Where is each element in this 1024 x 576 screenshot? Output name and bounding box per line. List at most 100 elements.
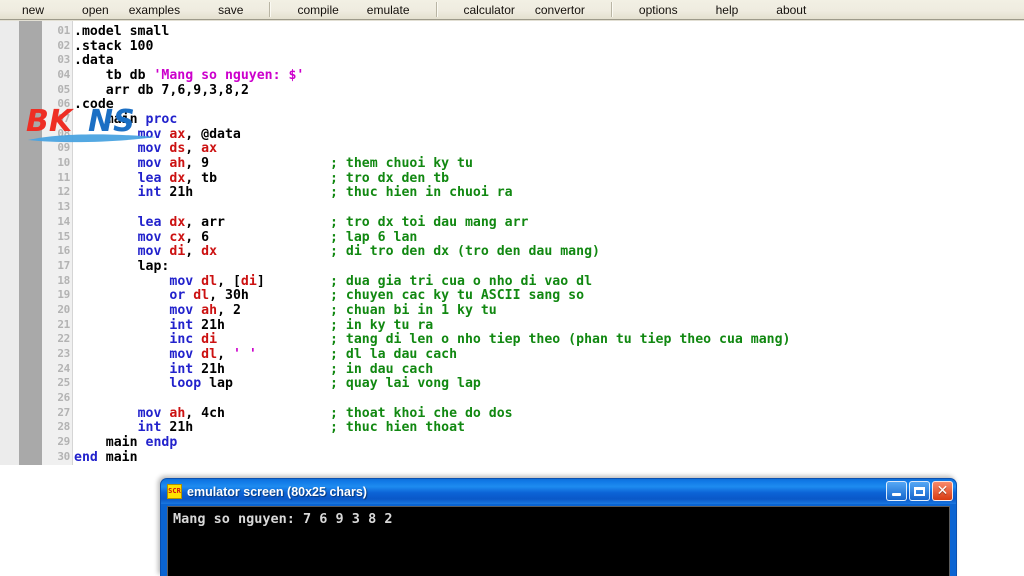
toolbar-separator-1 — [269, 2, 272, 17]
code-comment[interactable]: ; chuan bi in 1 ky tu — [330, 303, 497, 318]
console-line: Mang so nguyen: 7 6 9 3 8 2 — [173, 511, 393, 527]
screen-icon: SCR — [167, 484, 182, 499]
line-number: 20 — [57, 302, 70, 316]
code-comment[interactable]: ; quay lai vong lap — [330, 376, 481, 391]
code-line[interactable]: mov di, dx — [138, 244, 217, 259]
code-line[interactable]: mov cx, 6 — [138, 230, 210, 245]
code-line[interactable]: lap: — [138, 259, 170, 274]
toolbar-separator-3 — [610, 2, 613, 17]
code-line[interactable]: lea dx, tb — [138, 171, 217, 186]
toolbar-button-options[interactable]: options — [633, 1, 684, 19]
code-line[interactable]: .stack 100 — [74, 39, 153, 54]
line-number: 30 — [57, 449, 70, 463]
line-number: 11 — [57, 170, 70, 184]
line-number: 22 — [57, 332, 70, 346]
code-line[interactable]: loop lap — [169, 376, 233, 391]
emulator-console-output: Mang so nguyen: 7 6 9 3 8 2 — [167, 506, 950, 576]
code-line[interactable]: or dl, 30h — [169, 288, 248, 303]
line-number: 07 — [57, 112, 70, 126]
line-number: 29 — [57, 435, 70, 449]
code-line[interactable]: mov ah, 9 — [138, 156, 210, 171]
code-line[interactable]: mov ax, @data — [138, 127, 241, 142]
code-line[interactable]: mov dl, ' ' — [169, 347, 256, 362]
line-number: 14 — [57, 214, 70, 228]
line-number: 19 — [57, 288, 70, 302]
code-comment[interactable]: ; lap 6 lan — [330, 230, 417, 245]
line-number: 16 — [57, 244, 70, 258]
close-icon: ✕ — [936, 483, 949, 499]
toolbar-button-new[interactable]: new — [16, 1, 50, 19]
line-number: 17 — [57, 258, 70, 272]
code-line[interactable]: int 21h — [138, 420, 194, 435]
code-line[interactable]: arr db 7,6,9,3,8,2 — [106, 83, 249, 98]
line-number: 28 — [57, 420, 70, 434]
code-line[interactable]: mov dl, [di] — [169, 274, 264, 289]
code-line[interactable]: end main — [74, 450, 138, 465]
code-comment[interactable]: ; thuc hien thoat — [330, 420, 465, 435]
line-number: 23 — [57, 346, 70, 360]
line-number: 18 — [57, 273, 70, 287]
line-number: 13 — [57, 200, 70, 214]
code-line[interactable]: .code — [74, 97, 114, 112]
toolbar-button-compile[interactable]: compile — [291, 1, 344, 19]
code-line[interactable]: main endp — [106, 435, 177, 450]
code-line[interactable]: int 21h — [138, 185, 194, 200]
main-toolbar: new open examples save compile emulate c… — [0, 0, 1024, 20]
code-comment[interactable]: ; them chuoi ky tu — [330, 156, 473, 171]
code-line[interactable]: .data — [74, 53, 114, 68]
code-comment[interactable]: ; dua gia tri cua o nho di vao dl — [330, 274, 592, 289]
line-number: 12 — [57, 185, 70, 199]
toolbar-separator-2 — [435, 2, 438, 17]
emulator-titlebar[interactable]: SCR emulator screen (80x25 chars) ✕ — [161, 479, 956, 504]
toolbar-button-help[interactable]: help — [710, 1, 745, 19]
code-line[interactable]: int 21h — [169, 318, 225, 333]
code-comment[interactable]: ; di tro den dx (tro den dau mang) — [330, 244, 600, 259]
code-line[interactable]: tb db 'Mang so nguyen: $' — [106, 68, 305, 83]
code-line[interactable]: .model small — [74, 24, 169, 39]
line-number: 03 — [57, 53, 70, 67]
code-line[interactable]: mov ds, ax — [138, 141, 217, 156]
toolbar-button-emulate[interactable]: emulate — [361, 1, 416, 19]
code-line[interactable]: int 21h — [169, 362, 225, 377]
code-comment[interactable]: ; in ky tu ra — [330, 318, 433, 333]
code-comment[interactable]: ; in dau cach — [330, 362, 433, 377]
code-line[interactable]: lea dx, arr — [138, 215, 225, 230]
minimize-button[interactable] — [886, 481, 907, 501]
code-line[interactable]: mov ah, 4ch — [138, 406, 225, 421]
toolbar-button-about[interactable]: about — [770, 1, 812, 19]
emulator-screen-window[interactable]: SCR emulator screen (80x25 chars) ✕ Mang… — [160, 478, 957, 576]
toolbar-button-save[interactable]: save — [212, 1, 249, 19]
line-number: 01 — [57, 24, 70, 37]
maximize-button[interactable] — [909, 481, 930, 501]
code-line[interactable]: inc di — [169, 332, 217, 347]
line-number: 21 — [57, 317, 70, 331]
code-comment[interactable]: ; thoat khoi che do dos — [330, 406, 513, 421]
toolbar-button-open[interactable]: open — [76, 1, 115, 19]
toolbar-button-convertor[interactable]: convertor — [529, 1, 591, 19]
close-button[interactable]: ✕ — [932, 481, 953, 501]
toolbar-button-examples[interactable]: examples — [123, 1, 186, 19]
emulator-window-title: emulator screen (80x25 chars) — [187, 484, 367, 499]
toolbar-button-calculator[interactable]: calculator — [458, 1, 521, 19]
code-comment[interactable]: ; dl la dau cach — [330, 347, 457, 362]
line-number: 04 — [57, 68, 70, 82]
line-number: 15 — [57, 229, 70, 243]
code-comment[interactable]: ; chuyen cac ky tu ASCII sang so — [330, 288, 584, 303]
code-comment[interactable]: ; thuc hien in chuoi ra — [330, 185, 513, 200]
line-number: 02 — [57, 38, 70, 52]
line-number: 10 — [57, 156, 70, 170]
line-number: 06 — [57, 97, 70, 111]
window-controls: ✕ — [886, 481, 953, 501]
line-number: 26 — [57, 391, 70, 404]
line-number: 09 — [57, 141, 70, 155]
line-number: 27 — [57, 405, 70, 419]
code-comment[interactable]: ; tro dx toi dau mang arr — [330, 215, 529, 230]
code-comment[interactable]: ; tang di len o nho tiep theo (phan tu t… — [330, 332, 791, 347]
code-comment[interactable]: ; tro dx den tb — [330, 171, 449, 186]
maximize-icon — [914, 486, 925, 496]
code-line[interactable]: main proc — [106, 112, 177, 127]
code-line[interactable]: mov ah, 2 — [169, 303, 241, 318]
line-number: 25 — [57, 376, 70, 390]
line-number: 08 — [57, 126, 70, 140]
line-number: 05 — [57, 82, 70, 96]
